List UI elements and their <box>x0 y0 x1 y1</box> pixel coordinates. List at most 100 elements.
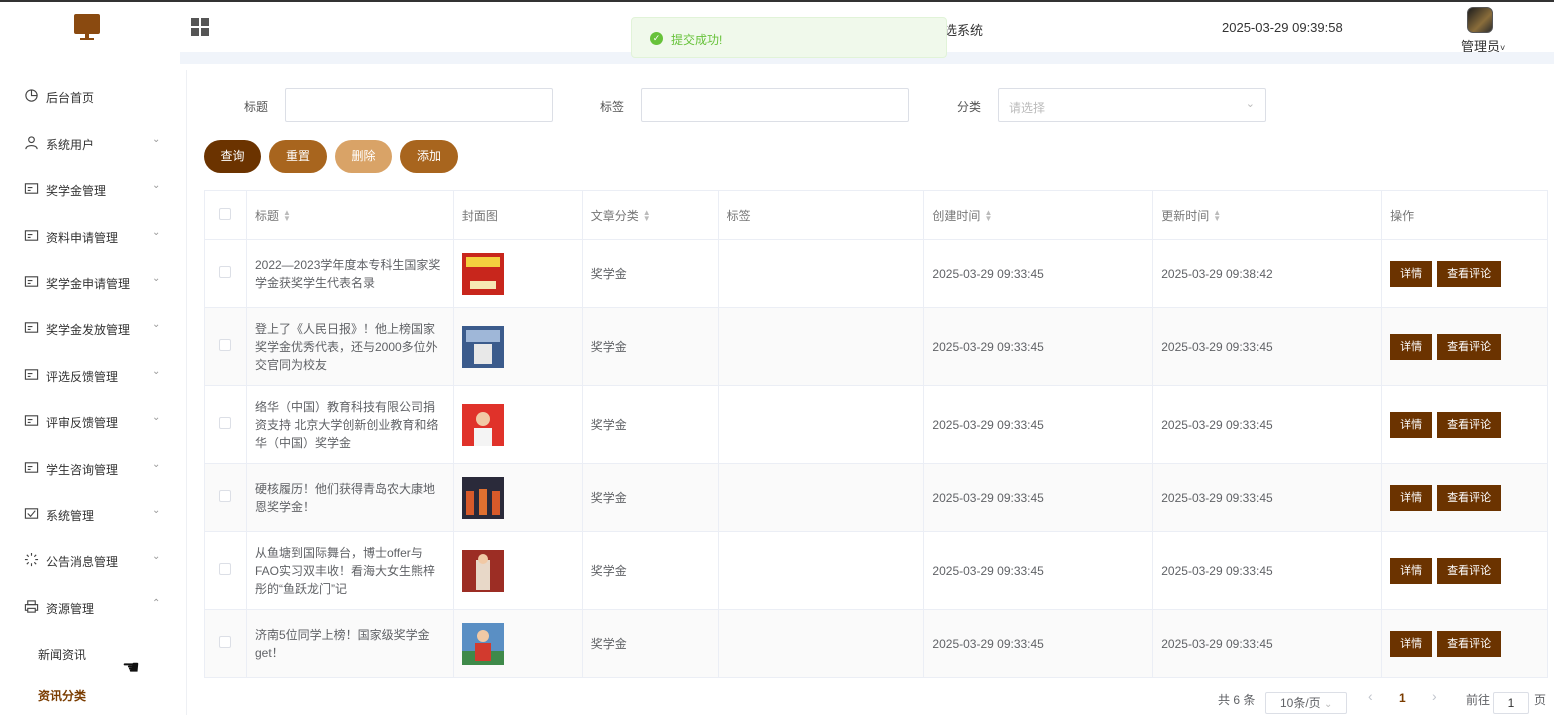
row-category: 奖学金 <box>582 463 719 532</box>
sidebar-item-student-consult[interactable]: 学生咨询管理 ⌄ <box>0 446 180 492</box>
sidebar-item-resources[interactable]: 资源管理 ⌃ <box>0 585 180 631</box>
submenu-item-news-category[interactable]: 资讯分类 <box>38 687 86 704</box>
view-comments-button[interactable]: 查看评论 <box>1437 484 1502 511</box>
view-comments-button[interactable]: 查看评论 <box>1437 557 1502 584</box>
chevron-down-icon: ⌄ <box>1324 699 1333 710</box>
card-icon <box>24 369 39 380</box>
row-created-time: 2025-03-29 09:33:45 <box>923 609 1154 678</box>
success-toast: ✓ 提交成功! <box>631 17 947 58</box>
column-header-title[interactable]: 标题 ▲ ▼ <box>246 190 454 240</box>
menu-grid-icon[interactable] <box>191 18 209 36</box>
tag-search-input[interactable] <box>641 88 909 122</box>
column-header-created[interactable]: 创建时间 ▲ ▼ <box>923 190 1154 240</box>
table-row: 2022—2023学年度本专科生国家奖学金获奖学生代表名录 奖学金 2025-0… <box>204 239 1548 308</box>
current-page-number[interactable]: 1 <box>1399 691 1406 705</box>
sort-icon[interactable]: ▲ ▼ <box>643 209 651 223</box>
sidebar-item-label: 学生咨询管理 <box>46 463 119 477</box>
card-icon <box>24 322 39 333</box>
printer-icon <box>24 600 39 613</box>
submenu-item-news[interactable]: 新闻资讯 <box>38 646 86 663</box>
sidebar-item-review-feedback[interactable]: 评审反馈管理 ⌄ <box>0 399 180 445</box>
avatar[interactable] <box>1467 7 1493 33</box>
category-select[interactable]: 请选择 ⌄ <box>998 88 1266 122</box>
row-checkbox[interactable] <box>219 563 232 575</box>
table-row: 济南5位同学上榜！国家级奖学金get！ 奖学金 2025-03-29 09:33… <box>204 609 1548 678</box>
sidebar-item-selection-feedback[interactable]: 评选反馈管理 ⌄ <box>0 353 180 399</box>
row-tags <box>718 531 925 610</box>
sort-icon[interactable]: ▲ ▼ <box>984 209 992 223</box>
add-button[interactable]: 添加 <box>400 140 458 173</box>
hand-cursor-icon: ☚ <box>122 657 140 679</box>
row-title: 登上了《人民日报》！他上榜国家奖学金优秀代表，还与2000多位外交官同为校友 <box>246 307 454 386</box>
cover-thumbnail[interactable] <box>461 476 504 519</box>
view-comments-button[interactable]: 查看评论 <box>1437 260 1502 287</box>
column-header-category[interactable]: 文章分类 ▲ ▼ <box>582 190 719 240</box>
sort-icon[interactable]: ▲ ▼ <box>283 209 291 223</box>
prev-page-button[interactable]: ‹ <box>1368 688 1373 704</box>
table-row: 登上了《人民日报》！他上榜国家奖学金优秀代表，还与2000多位外交官同为校友 奖… <box>204 307 1548 386</box>
reset-button[interactable]: 重置 <box>269 140 327 173</box>
card-icon <box>24 415 39 426</box>
cover-thumbnail[interactable] <box>461 622 504 665</box>
detail-button[interactable]: 详情 <box>1390 557 1433 584</box>
row-tags <box>718 307 925 386</box>
view-comments-button[interactable]: 查看评论 <box>1437 411 1502 438</box>
sidebar-item-system-manage[interactable]: 系统管理 ⌄ <box>0 492 180 538</box>
row-category: 奖学金 <box>582 385 719 464</box>
detail-button[interactable]: 详情 <box>1390 260 1433 287</box>
title-search-input[interactable] <box>285 88 553 122</box>
cover-thumbnail[interactable] <box>461 252 504 295</box>
cover-thumbnail[interactable] <box>461 325 504 368</box>
sidebar-item-scholarship[interactable]: 奖学金管理 ⌄ <box>0 167 180 213</box>
sidebar-item-material-apply[interactable]: 资料申请管理 ⌄ <box>0 214 180 260</box>
goto-page-input[interactable]: 1 <box>1493 692 1529 714</box>
column-header-updated[interactable]: 更新时间 ▲ ▼ <box>1152 190 1383 240</box>
sidebar-item-scholarship-apply[interactable]: 奖学金申请管理 ⌄ <box>0 260 180 306</box>
row-updated-time: 2025-03-29 09:33:45 <box>1152 307 1383 386</box>
column-header-cover: 封面图 <box>453 190 583 240</box>
detail-button[interactable]: 详情 <box>1390 333 1433 360</box>
row-updated-time: 2025-03-29 09:33:45 <box>1152 531 1383 610</box>
row-checkbox[interactable] <box>219 636 232 648</box>
row-title: 硬核履历！他们获得青岛农大康地恩奖学金！ <box>246 463 454 532</box>
row-actions: 详情 查看评论 <box>1381 307 1548 386</box>
toast-message: 提交成功! <box>671 33 723 47</box>
row-title: 济南5位同学上榜！国家级奖学金get！ <box>246 609 454 678</box>
detail-button[interactable]: 详情 <box>1390 411 1433 438</box>
row-select-cell <box>204 307 247 386</box>
sidebar-item-home[interactable]: 后台首页 <box>0 74 180 120</box>
row-actions: 详情 查看评论 <box>1381 463 1548 532</box>
query-button[interactable]: 查询 <box>204 140 261 173</box>
row-tags <box>718 463 925 532</box>
tag-label: 标签 <box>600 100 625 114</box>
row-select-cell <box>204 609 247 678</box>
table-row: 硬核履历！他们获得青岛农大康地恩奖学金！ 奖学金 2025-03-29 09:3… <box>204 463 1548 532</box>
cover-thumbnail[interactable] <box>461 549 504 592</box>
column-header-tags: 标签 <box>718 190 925 240</box>
page-size-select[interactable]: 10条/页 ⌄ <box>1265 692 1347 714</box>
view-comments-button[interactable]: 查看评论 <box>1437 630 1502 657</box>
row-category: 奖学金 <box>582 609 719 678</box>
page-size-value: 10条/页 <box>1280 696 1321 710</box>
sidebar-item-announcements[interactable]: 公告消息管理 ⌄ <box>0 538 180 584</box>
cover-thumbnail[interactable] <box>461 403 504 446</box>
sort-icon[interactable]: ▲ ▼ <box>1213 209 1221 223</box>
row-created-time: 2025-03-29 09:33:45 <box>923 531 1154 610</box>
row-actions: 详情 查看评论 <box>1381 239 1548 308</box>
view-comments-button[interactable]: 查看评论 <box>1437 333 1502 360</box>
select-all-checkbox[interactable] <box>219 207 232 220</box>
sidebar-item-scholarship-payout[interactable]: 奖学金发放管理 ⌄ <box>0 306 180 352</box>
sidebar-item-system-users[interactable]: 系统用户 ⌄ <box>0 121 180 167</box>
row-checkbox[interactable] <box>219 417 232 429</box>
row-checkbox[interactable] <box>219 266 232 278</box>
row-checkbox[interactable] <box>219 490 232 502</box>
header-clock: 2025-03-29 09:39:58 <box>1222 20 1343 35</box>
detail-button[interactable]: 详情 <box>1390 630 1433 657</box>
monitor-logo-icon <box>74 14 100 40</box>
next-page-button[interactable]: › <box>1432 688 1437 704</box>
table-header-row: 标题 ▲ ▼ 封面图 文章分类 ▲ ▼ 标签 创建时间 ▲ ▼ 更新时间 ▲ ▼ 操作 <box>204 190 1548 240</box>
detail-button[interactable]: 详情 <box>1390 484 1433 511</box>
row-category: 奖学金 <box>582 531 719 610</box>
delete-button[interactable]: 删除 <box>335 140 392 173</box>
row-checkbox[interactable] <box>219 339 232 351</box>
